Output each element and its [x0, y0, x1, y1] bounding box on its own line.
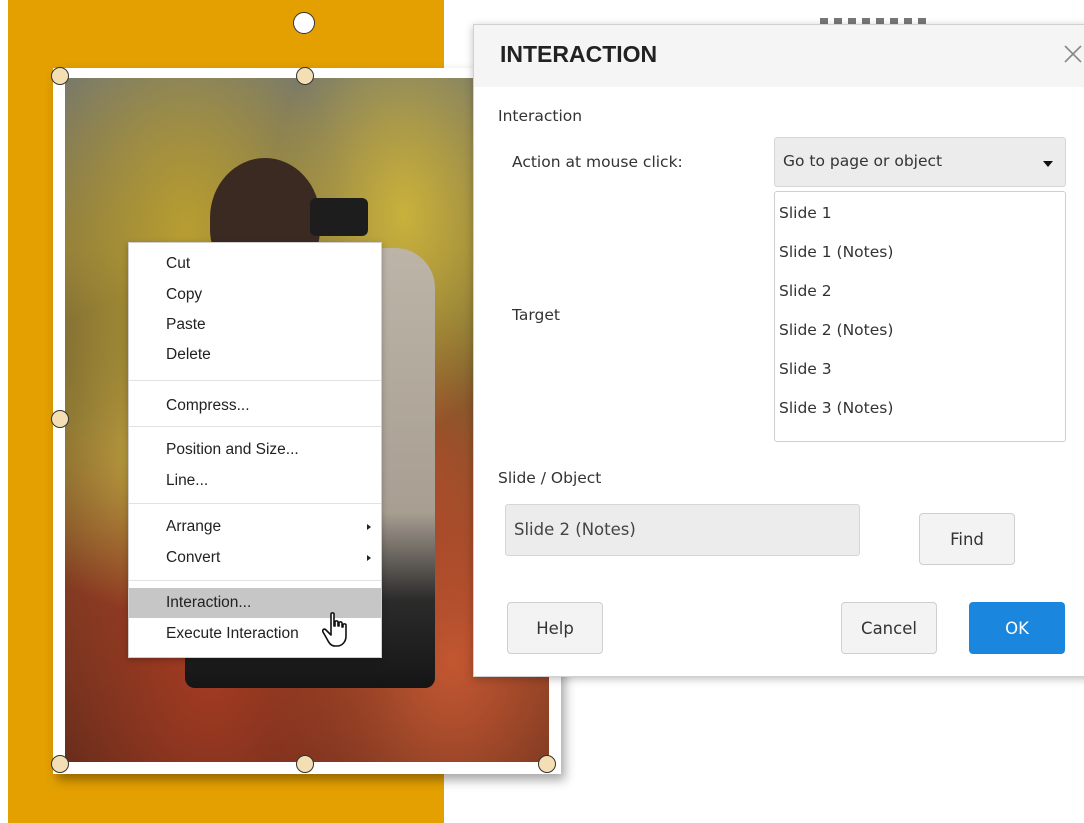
menu-item-label: Line...	[166, 472, 209, 489]
resize-handle-middle-left[interactable]	[51, 410, 69, 428]
resize-handle-bottom-right[interactable]	[538, 755, 556, 773]
action-label: Action at mouse click:	[512, 153, 683, 171]
action-select[interactable]: Go to page or object	[774, 137, 1066, 187]
menu-item-convert[interactable]: Convert	[129, 543, 381, 573]
resize-handle-top-center[interactable]	[296, 67, 314, 85]
resize-handle-bottom-center[interactable]	[296, 755, 314, 773]
menu-item-delete[interactable]: Delete	[129, 340, 381, 370]
menu-item-label: Convert	[166, 549, 221, 566]
menu-item-compress[interactable]: Compress...	[129, 391, 381, 421]
target-list-item[interactable]: Slide 1	[779, 194, 832, 233]
submenu-arrow-icon	[367, 524, 371, 530]
photo-camera	[310, 198, 368, 236]
hand-cursor-icon	[322, 612, 347, 647]
resize-handle-bottom-left[interactable]	[51, 755, 69, 773]
chevron-down-icon	[1043, 161, 1053, 167]
menu-item-label: Interaction...	[166, 594, 252, 611]
help-button[interactable]: Help	[507, 602, 603, 654]
find-button[interactable]: Find	[919, 513, 1015, 565]
menu-item-arrange[interactable]: Arrange	[129, 512, 381, 542]
cancel-button[interactable]: Cancel	[841, 602, 937, 654]
action-select-value: Go to page or object	[783, 152, 943, 170]
menu-separator	[129, 426, 381, 427]
menu-item-copy[interactable]: Copy	[129, 280, 381, 310]
context-menu: Cut Copy Paste Delete Compress... Positi…	[128, 242, 382, 658]
menu-item-label: Execute Interaction	[166, 625, 299, 642]
interaction-dialog: INTERACTION Interaction Action at mouse …	[473, 24, 1084, 677]
target-list-item[interactable]: Slide 2 (Notes)	[779, 311, 893, 350]
menu-item-cut[interactable]: Cut	[129, 249, 381, 279]
target-list-item[interactable]: Slide 3	[779, 350, 832, 389]
submenu-arrow-icon	[367, 555, 371, 561]
slide-object-value: Slide 2 (Notes)	[514, 520, 636, 539]
menu-item-position-and-size[interactable]: Position and Size...	[129, 435, 381, 465]
target-list-item[interactable]: Slide 2	[779, 272, 832, 311]
close-icon[interactable]	[1059, 40, 1084, 68]
section-label: Interaction	[498, 107, 583, 125]
menu-separator	[129, 503, 381, 504]
rotation-handle[interactable]	[293, 12, 315, 34]
menu-item-label: Delete	[166, 346, 211, 363]
target-list[interactable]: Slide 1 Slide 1 (Notes) Slide 2 Slide 2 …	[774, 191, 1066, 442]
slide-object-field[interactable]: Slide 2 (Notes)	[505, 504, 860, 556]
menu-item-label: Copy	[166, 286, 203, 303]
menu-separator	[129, 580, 381, 581]
menu-item-label: Compress...	[166, 397, 250, 414]
target-list-item[interactable]: Slide 1 (Notes)	[779, 233, 893, 272]
menu-item-line[interactable]: Line...	[129, 466, 381, 496]
target-label: Target	[512, 306, 560, 324]
menu-item-label: Position and Size...	[166, 441, 299, 458]
menu-item-label: Cut	[166, 255, 191, 272]
menu-item-paste[interactable]: Paste	[129, 310, 381, 340]
ok-button[interactable]: OK	[969, 602, 1065, 654]
menu-separator	[129, 380, 381, 381]
menu-item-label: Paste	[166, 316, 206, 333]
dialog-title: INTERACTION	[500, 41, 658, 67]
target-list-item[interactable]: Slide 3 (Notes)	[779, 389, 893, 428]
menu-item-label: Arrange	[166, 518, 222, 535]
resize-handle-top-left[interactable]	[51, 67, 69, 85]
slide-object-label: Slide / Object	[498, 469, 602, 487]
